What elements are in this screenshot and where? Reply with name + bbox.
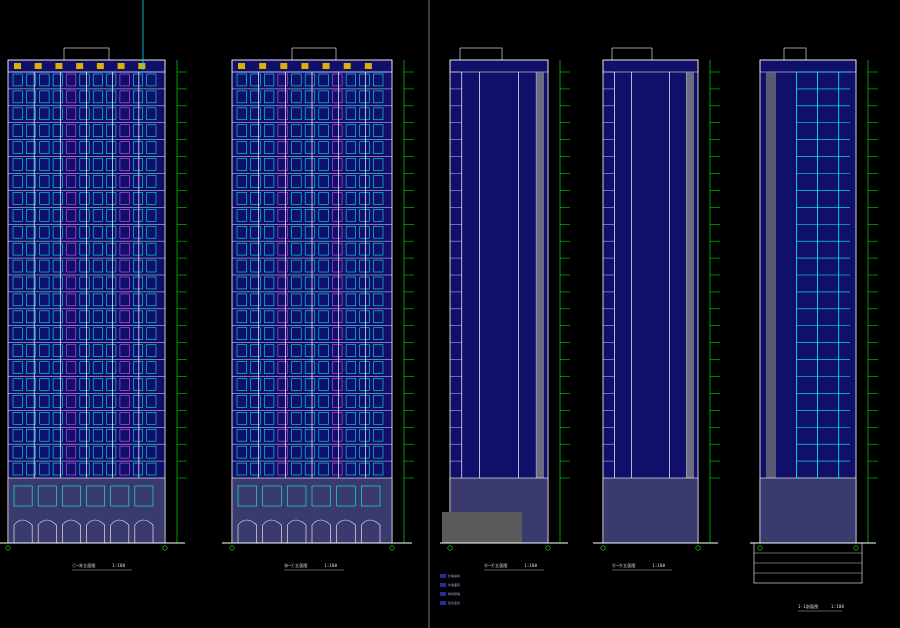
legend-swatch	[440, 583, 446, 587]
elevation-2-roof-box	[259, 63, 267, 69]
legend-swatch	[440, 601, 446, 605]
caption-elevation-1: ①~⑳立面图 1:100	[72, 563, 125, 569]
caption-elevation-2-title: ⑳~①立面图	[284, 563, 308, 568]
elevation-4-drawing	[593, 47, 720, 551]
caption-elevation-3: Ⓐ~Ⓔ立面图 1:100	[484, 563, 537, 569]
elevation-4-axis-marker-left	[600, 545, 606, 551]
caption-section-1: 1-1剖面图 1:100	[798, 604, 844, 610]
legend-item-1: 外墙涂料	[448, 574, 461, 578]
legend-swatch	[440, 574, 446, 578]
caption-elevation-2: ⑳~①立面图 1:100	[284, 563, 337, 569]
caption-elevation-1-scale: 1:100	[112, 563, 126, 568]
section-1-drawing	[750, 47, 878, 584]
cad-drawing-canvas[interactable]: ①~⑳立面图 1:100 ⑳~①立面图 1:100 Ⓐ~Ⓔ立面图 1:100 Ⓔ…	[0, 0, 900, 628]
elevation-4-axis-marker-right	[695, 545, 701, 551]
elevation-2-roof-parapet	[291, 47, 337, 61]
elevation-4-podium	[602, 477, 699, 544]
elevation-1-roof-box	[14, 63, 21, 69]
elevation-3-drawing	[440, 47, 570, 551]
elevation-2-roof-box	[280, 63, 288, 69]
elevation-4-wall-strip	[686, 72, 694, 478]
elevation-3-facade	[449, 59, 549, 544]
elevation-4-roof-parapet	[611, 47, 653, 61]
section-1-core	[766, 72, 776, 478]
elevation-2-roof-box	[322, 63, 330, 69]
elevation-2-axis-marker-right	[389, 545, 395, 551]
elevation-3-axis-marker-right	[545, 545, 551, 551]
caption-elevation-3-title: Ⓐ~Ⓔ立面图	[484, 563, 508, 568]
legend-swatch	[440, 592, 446, 596]
elevation-4-facade	[602, 59, 699, 544]
elevation-1-roof-box	[117, 63, 125, 69]
elevation-3-wall-strip	[536, 72, 544, 478]
caption-elevation-2-scale: 1:100	[324, 563, 338, 568]
elevation-1-roof-box	[34, 63, 42, 69]
elevation-3-axis-marker-left	[447, 545, 453, 551]
caption-elevation-4: Ⓔ~Ⓐ立面图 1:100	[612, 563, 665, 569]
elevation-3-roof-parapet	[459, 47, 503, 61]
caption-elevation-4-title: Ⓔ~Ⓐ立面图	[612, 563, 636, 568]
elevation-2-drawing	[222, 47, 414, 551]
elevation-1-axis-marker-left	[5, 545, 11, 551]
elevation-1-roof-parapet	[63, 47, 110, 61]
elevation-1-roof-box	[138, 63, 146, 69]
elevation-2-roof-box	[238, 63, 245, 69]
section-1-axis-marker-left	[757, 545, 763, 551]
elevation-1-axis-marker-right	[162, 545, 168, 551]
elevation-1-roof-box	[55, 63, 63, 69]
elevation-2-roof-box	[343, 63, 351, 69]
elevation-2-roof-box	[301, 63, 309, 69]
section-1-roof-parapet	[783, 47, 807, 61]
elevation-2-axis-marker-left	[229, 545, 235, 551]
elevation-3-ground-structure	[442, 512, 522, 543]
caption-elevation-1-title: ①~⑳立面图	[72, 563, 96, 568]
elevation-drawings-svg[interactable]	[0, 0, 900, 628]
section-1-podium	[759, 477, 857, 544]
elevation-1-roof-box	[76, 63, 84, 69]
legend-item-4: 铝合金窗	[448, 601, 461, 605]
elevation-1-drawing	[0, 47, 187, 551]
legend-item-3: 玻璃幕墙	[448, 592, 461, 596]
caption-elevation-3-scale: 1:100	[524, 563, 538, 568]
legend-item-2: 外墙面砖	[448, 583, 461, 587]
elevation-2-roof-box	[364, 63, 372, 69]
caption-section-1-title: 1-1剖面图	[798, 604, 819, 609]
section-1-axis-marker-right	[853, 545, 859, 551]
caption-section-1-scale: 1:100	[831, 604, 845, 609]
caption-elevation-4-scale: 1:100	[652, 563, 666, 568]
elevation-1-roof-box	[96, 63, 104, 69]
